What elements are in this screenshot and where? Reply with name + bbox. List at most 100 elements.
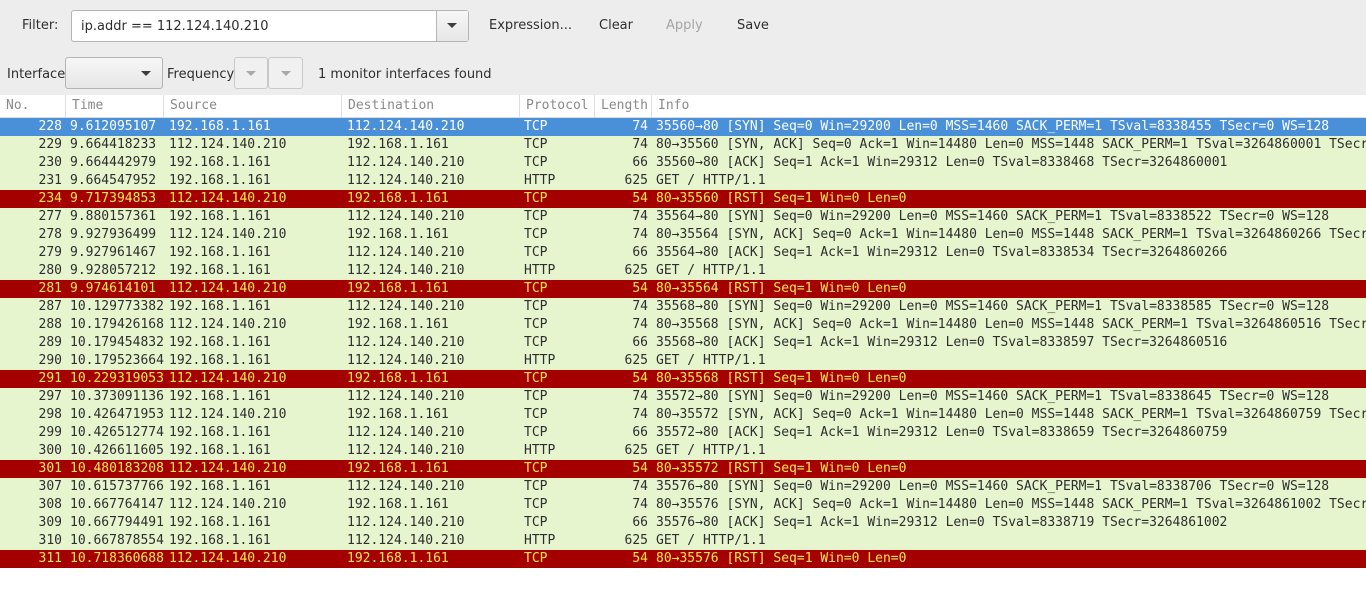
cell-info: 35576→80 [ACK] Seq=1 Ack=1 Win=29312 Len… — [656, 515, 1228, 530]
packet-row[interactable]: 309 10.667794491 192.168.1.161 112.124.140.… — [0, 514, 1366, 532]
cell-info: 35576→80 [SYN] Seq=0 Win=29200 Len=0 MSS… — [656, 479, 1330, 494]
cell-source: 112.124.140.210 — [169, 461, 287, 476]
packet-row[interactable]: 281 9.974614101 112.124.140.210 192.168.1.1… — [0, 280, 1366, 298]
cell-time: 10.426611605 — [70, 443, 164, 458]
cell-time: 9.928057212 — [70, 263, 157, 278]
cell-info: 80→35564 [SYN, ACK] Seq=0 Ack=1 Win=1448… — [656, 227, 1366, 242]
monitor-interfaces-status: 1 monitor interfaces found — [318, 67, 492, 82]
packet-row[interactable]: 228 9.612095107 192.168.1.161 112.124.140.2… — [0, 118, 1366, 136]
cell-length: 54 — [632, 281, 648, 296]
packet-row[interactable]: 230 9.664442979 192.168.1.161 112.124.140.2… — [0, 154, 1366, 172]
cell-protocol: TCP — [524, 191, 548, 206]
packet-row[interactable]: 287 10.129773382 192.168.1.161 112.124.140.… — [0, 298, 1366, 316]
packet-list-header: No. Time Source Destination Protocol Len… — [0, 95, 1366, 118]
packet-row[interactable]: 278 9.927936499 112.124.140.210 192.168.1.1… — [0, 226, 1366, 244]
cell-time: 10.426471953 — [70, 407, 164, 422]
packet-row[interactable]: 301 10.480183208 112.124.140.210 192.168.1.… — [0, 460, 1366, 478]
column-header-source[interactable]: Source — [164, 95, 342, 117]
column-header-time[interactable]: Time — [66, 95, 164, 117]
packet-row[interactable]: 234 9.717394853 112.124.140.210 192.168.1.1… — [0, 190, 1366, 208]
cell-info: 35564→80 [ACK] Seq=1 Ack=1 Win=29312 Len… — [656, 245, 1228, 260]
cell-no: 228 — [38, 119, 62, 134]
cell-length: 74 — [632, 497, 648, 512]
cell-length: 66 — [632, 425, 648, 440]
cell-info: GET / HTTP/1.1 — [656, 533, 766, 548]
cell-destination: 192.168.1.161 — [347, 407, 449, 422]
chevron-down-icon — [447, 23, 457, 28]
cell-time: 10.373091136 — [70, 389, 164, 404]
cell-source: 112.124.140.210 — [169, 137, 287, 152]
cell-protocol: TCP — [524, 155, 548, 170]
cell-time: 10.229319053 — [70, 371, 164, 386]
column-header-no[interactable]: No. — [0, 95, 66, 117]
cell-length: 625 — [624, 173, 648, 188]
cell-length: 74 — [632, 119, 648, 134]
packet-row[interactable]: 299 10.426512774 192.168.1.161 112.124.140.… — [0, 424, 1366, 442]
cell-no: 230 — [38, 155, 62, 170]
packet-row[interactable]: 307 10.615737766 192.168.1.161 112.124.140.… — [0, 478, 1366, 496]
display-filter-combo[interactable]: ip.addr == 112.124.140.210 — [71, 10, 469, 42]
packet-row[interactable]: 229 9.664418233 112.124.140.210 192.168.1.1… — [0, 136, 1366, 154]
cell-length: 625 — [624, 263, 648, 278]
packet-list[interactable]: No. Time Source Destination Protocol Len… — [0, 95, 1366, 600]
packet-row[interactable]: 277 9.880157361 192.168.1.161 112.124.140.2… — [0, 208, 1366, 226]
packet-row[interactable]: 298 10.426471953 112.124.140.210 192.168.1.… — [0, 406, 1366, 424]
cell-source: 112.124.140.210 — [169, 191, 287, 206]
apply-button[interactable]: Apply — [666, 18, 703, 33]
cell-time: 10.667794491 — [70, 515, 164, 530]
packet-row[interactable]: 280 9.928057212 192.168.1.161 112.124.140.2… — [0, 262, 1366, 280]
cell-protocol: TCP — [524, 119, 548, 134]
cell-length: 74 — [632, 317, 648, 332]
column-header-length[interactable]: Length — [595, 95, 652, 117]
cell-destination: 112.124.140.210 — [347, 515, 465, 530]
cell-info: 35572→80 [ACK] Seq=1 Ack=1 Win=29312 Len… — [656, 425, 1228, 440]
cell-time: 9.717394853 — [70, 191, 157, 206]
cell-destination: 112.124.140.210 — [347, 299, 465, 314]
cell-source: 192.168.1.161 — [169, 299, 271, 314]
save-button[interactable]: Save — [737, 18, 769, 33]
packet-row[interactable]: 231 9.664547952 192.168.1.161 112.124.140.2… — [0, 172, 1366, 190]
cell-destination: 112.124.140.210 — [347, 389, 465, 404]
packet-row[interactable]: 308 10.667764147 112.124.140.210 192.168.1.… — [0, 496, 1366, 514]
cell-protocol: TCP — [524, 299, 548, 314]
column-header-protocol[interactable]: Protocol — [520, 95, 595, 117]
column-header-info[interactable]: Info — [652, 95, 1366, 117]
cell-protocol: TCP — [524, 461, 548, 476]
filter-history-dropdown-button[interactable] — [436, 11, 468, 41]
cell-protocol: TCP — [524, 479, 548, 494]
cell-length: 66 — [632, 155, 648, 170]
cell-no: 300 — [38, 443, 62, 458]
packet-row[interactable]: 300 10.426611605 192.168.1.161 112.124.140.… — [0, 442, 1366, 460]
cell-protocol: TCP — [524, 137, 548, 152]
cell-info: GET / HTTP/1.1 — [656, 443, 766, 458]
cell-destination: 112.124.140.210 — [347, 209, 465, 224]
packet-row[interactable]: 297 10.373091136 192.168.1.161 112.124.140.… — [0, 388, 1366, 406]
cell-protocol: TCP — [524, 389, 548, 404]
cell-length: 625 — [624, 443, 648, 458]
cell-protocol: HTTP — [524, 263, 556, 278]
cell-source: 192.168.1.161 — [169, 245, 271, 260]
cell-info: 35560→80 [SYN] Seq=0 Win=29200 Len=0 MSS… — [656, 119, 1330, 134]
cell-destination: 192.168.1.161 — [347, 281, 449, 296]
cell-info: GET / HTTP/1.1 — [656, 353, 766, 368]
packet-row[interactable]: 290 10.179523664 192.168.1.161 112.124.140.… — [0, 352, 1366, 370]
packet-row[interactable]: 310 10.667878554 192.168.1.161 112.124.140.… — [0, 532, 1366, 550]
interface-select[interactable] — [65, 57, 163, 89]
packet-row[interactable]: 291 10.229319053 112.124.140.210 192.168.1.… — [0, 370, 1366, 388]
cell-destination: 192.168.1.161 — [347, 137, 449, 152]
cell-time: 10.615737766 — [70, 479, 164, 494]
packet-row[interactable]: 289 10.179454832 192.168.1.161 112.124.140.… — [0, 334, 1366, 352]
channel-type-select[interactable] — [268, 57, 303, 89]
clear-button[interactable]: Clear — [599, 18, 633, 33]
cell-destination: 112.124.140.210 — [347, 263, 465, 278]
packet-row[interactable]: 288 10.179426168 112.124.140.210 192.168.1.… — [0, 316, 1366, 334]
expression-button[interactable]: Expression... — [489, 18, 572, 33]
cell-time: 9.927961467 — [70, 245, 157, 260]
cell-destination: 112.124.140.210 — [347, 479, 465, 494]
cell-source: 112.124.140.210 — [169, 551, 287, 566]
display-filter-input[interactable]: ip.addr == 112.124.140.210 — [81, 19, 269, 34]
packet-row[interactable]: 279 9.927961467 192.168.1.161 112.124.140.2… — [0, 244, 1366, 262]
frequency-select[interactable] — [234, 57, 268, 89]
column-header-destination[interactable]: Destination — [342, 95, 520, 117]
packet-row[interactable]: 311 10.718360688 112.124.140.210 192.168.1.… — [0, 550, 1366, 568]
